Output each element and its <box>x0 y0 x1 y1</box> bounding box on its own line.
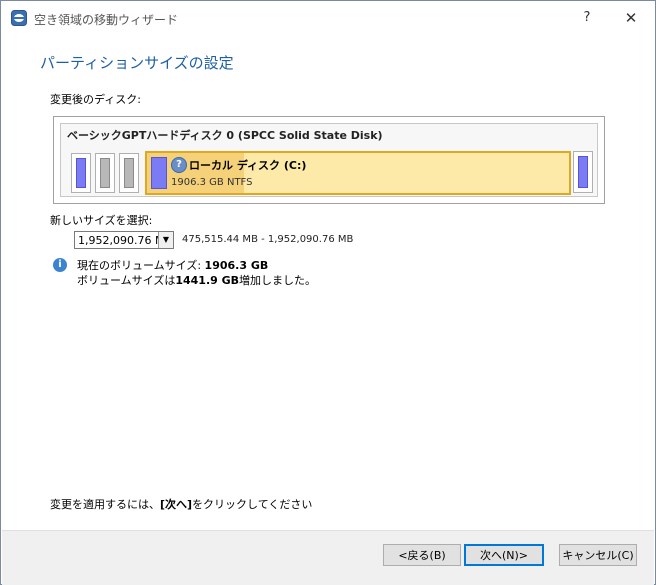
partition-usage-bar <box>124 158 134 188</box>
partition-usage-bar <box>100 158 110 188</box>
disk-map-panel: ベーシックGPTハードディスク 0 (SPCC Solid State Disk… <box>53 116 605 204</box>
page-title: パーティションサイズの設定 <box>40 54 234 72</box>
volume-info: 1906.3 GB NTFS <box>171 177 253 188</box>
volume-question-icon: ? <box>171 157 187 173</box>
target-disk-label: 変更後のディスク: <box>50 93 141 106</box>
volume-name: ローカル ディスク (C:) <box>189 159 307 172</box>
window-title: 空き領域の移動ウィザード <box>34 13 179 27</box>
current-volume-size: 現在のボリュームサイズ: 1906.3 GB <box>77 259 269 272</box>
partition-c-block[interactable]: ? ローカル ディスク (C:) 1906.3 GB NTFS <box>145 151 571 195</box>
disk-row: ベーシックGPTハードディスク 0 (SPCC Solid State Disk… <box>60 123 598 197</box>
help-button[interactable]: ? <box>567 5 607 31</box>
partition-block-3[interactable] <box>119 153 139 193</box>
size-select[interactable]: 1,952,090.76 MB ▼ <box>74 231 174 249</box>
title-bar: 空き領域の移動ウィザード ? ✕ <box>1 1 655 34</box>
wizard-content: パーティションサイズの設定 変更後のディスク: ベーシックGPTハードディスク … <box>2 34 654 530</box>
disk-name: ベーシックGPTハードディスク 0 (SPCC Solid State Disk… <box>67 129 383 142</box>
wizard-window: 空き領域の移動ウィザード ? ✕ パーティションサイズの設定 変更後のディスク:… <box>0 0 656 585</box>
close-button[interactable]: ✕ <box>611 5 651 31</box>
new-size-label: 新しいサイズを選択: <box>50 214 153 227</box>
button-bar: <戻る(B) 次へ(N)> キャンセル(C) <box>2 530 654 585</box>
partition-usage-bar <box>151 157 167 189</box>
volume-size-increase: ボリュームサイズは1441.9 GB増加しました。 <box>77 274 317 287</box>
partition-usage-bar <box>76 158 86 188</box>
apply-hint: 変更を適用するには、[次へ]をクリックしてください <box>50 498 313 511</box>
app-icon <box>11 10 27 26</box>
back-button[interactable]: <戻る(B) <box>383 544 461 566</box>
partition-block-1[interactable] <box>71 153 91 193</box>
cancel-button[interactable]: キャンセル(C) <box>559 544 637 566</box>
partition-block-right[interactable] <box>573 151 593 193</box>
info-icon: i <box>53 258 67 272</box>
partition-usage-bar <box>578 156 588 188</box>
chevron-down-icon[interactable]: ▼ <box>158 232 173 248</box>
next-button[interactable]: 次へ(N)> <box>464 544 544 566</box>
partition-block-2[interactable] <box>95 153 115 193</box>
size-range: 475,515.44 MB - 1,952,090.76 MB <box>182 234 354 245</box>
